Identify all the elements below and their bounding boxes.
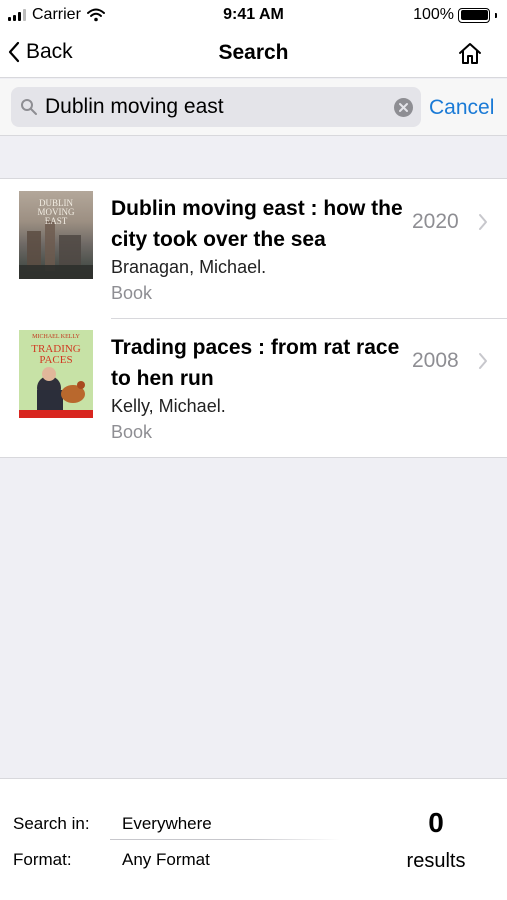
clear-icon[interactable] (394, 98, 413, 117)
status-bar: Carrier 9:41 AM 100% (0, 0, 507, 32)
format-label: Format: (13, 850, 72, 869)
results-list: DUBLIN MOVING EAST Dublin moving east : … (0, 179, 507, 458)
status-right: 100% (413, 6, 497, 24)
list-item[interactable]: MICHAEL KELLY TRADING PACES Trading pace… (0, 318, 507, 457)
result-author: Kelly, Michael. (111, 396, 226, 416)
battery-tip (495, 12, 497, 18)
filter-divider (110, 839, 340, 840)
result-author: Branagan, Michael. (111, 257, 267, 277)
result-format: Book (111, 422, 153, 442)
result-count-label: results (406, 850, 466, 872)
result-title: Dublin moving east : how the city took o… (111, 197, 403, 251)
search-field[interactable] (11, 87, 421, 127)
filter-panel: Search in: Everywhere Format: Any Format… (0, 778, 507, 900)
result-count: 0 (428, 807, 444, 838)
chevron-right-icon (479, 353, 487, 369)
search-in-value[interactable]: Everywhere (122, 814, 212, 834)
cover-title: DUBLIN MOVING EAST (37, 198, 75, 226)
battery-percent: 100% (413, 6, 454, 23)
cover-title: TRADING PACES (31, 343, 81, 366)
book-cover: DUBLIN MOVING EAST (19, 191, 93, 279)
section-spacer (0, 136, 507, 179)
result-year: 2020 (412, 210, 459, 233)
list-item[interactable]: DUBLIN MOVING EAST Dublin moving east : … (0, 179, 507, 318)
result-year: 2008 (412, 349, 459, 372)
battery-icon (458, 7, 490, 23)
cover-author: MICHAEL KELLY (32, 334, 80, 340)
home-icon[interactable] (457, 41, 483, 67)
chevron-right-icon (479, 214, 487, 230)
result-title: Trading paces : from rat race to hen run (111, 336, 400, 390)
search-in-label: Search in: (13, 814, 90, 833)
search-bar: Cancel (0, 79, 507, 136)
cancel-button[interactable]: Cancel (429, 96, 494, 120)
format-value[interactable]: Any Format (122, 850, 210, 870)
search-input[interactable] (45, 94, 385, 120)
result-format: Book (111, 283, 153, 303)
nav-bar: Back Search (0, 32, 507, 78)
page-title: Search (218, 41, 289, 64)
search-icon (21, 99, 37, 115)
book-cover: MICHAEL KELLY TRADING PACES (19, 330, 93, 418)
